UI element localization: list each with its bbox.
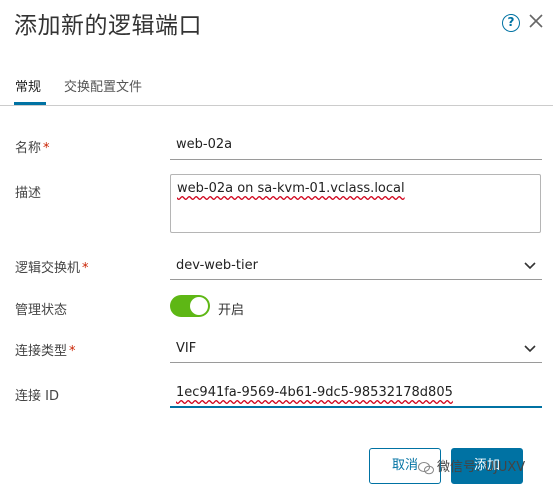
attachment-id-label: 连接 ID (15, 389, 59, 404)
admin-state-toggle-label: 开启 (218, 303, 245, 318)
required-mark: * (82, 261, 89, 276)
name-input[interactable]: web-02a (176, 137, 232, 152)
description-textarea[interactable]: web-02a on sa-kvm-01.vclass.local (170, 174, 541, 233)
logical-switch-select[interactable]: dev-web-tier (176, 258, 258, 273)
wechat-icon (418, 461, 434, 474)
tab-general[interactable]: 常规 (15, 76, 41, 95)
watermark-text: 微信号: UJUXV (437, 460, 526, 475)
dialog-title: 添加新的逻辑端口 (14, 13, 202, 39)
logical-switch-label: 逻辑交换机 * (15, 261, 89, 276)
tabs-divider (0, 105, 553, 106)
close-icon[interactable] (527, 12, 545, 30)
description-text: web-02a on sa-kvm-01.vclass.local (177, 181, 405, 196)
logical-switch-underline (170, 279, 542, 280)
watermark: 微信号: UJUXV (418, 456, 525, 475)
required-mark: * (69, 344, 76, 359)
help-icon[interactable]: ? (502, 14, 520, 32)
toggle-knob (190, 297, 208, 315)
name-label: 名称 * (15, 141, 50, 156)
admin-state-label: 管理状态 (15, 303, 68, 318)
required-mark: * (43, 141, 50, 156)
attachment-type-underline (170, 362, 542, 363)
attachment-id-underline (170, 406, 542, 408)
attachment-type-select[interactable]: VIF (176, 341, 196, 356)
attachment-type-label: 连接类型 * (15, 344, 76, 359)
name-input-underline (170, 159, 542, 160)
attachment-id-input[interactable]: 1ec941fa-9569-4b61-9dc5-98532178d805 (176, 385, 453, 400)
tab-switching-profiles[interactable]: 交换配置文件 (64, 76, 142, 95)
description-label: 描述 (15, 186, 42, 201)
add-logical-port-dialog: 添加新的逻辑端口 ? 常规 交换配置文件 名称 * web-02a 描述 web-… (0, 0, 553, 492)
chevron-down-icon[interactable] (524, 262, 536, 270)
chevron-down-icon[interactable] (524, 345, 536, 353)
admin-state-toggle[interactable] (170, 295, 210, 317)
